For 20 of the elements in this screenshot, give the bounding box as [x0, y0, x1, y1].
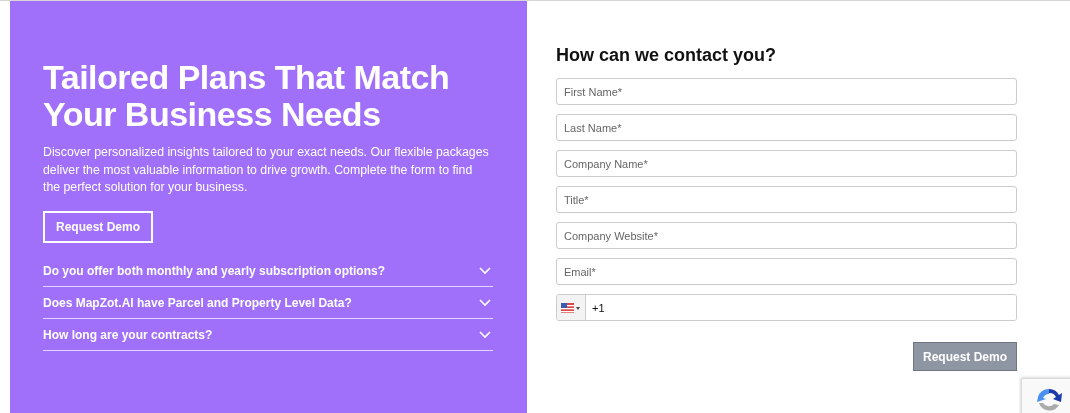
hero-description: Discover personalized insights tailored to your exact needs. Our flexible packages deliver the most valuable information to drive growth. Complete the form to find the perfect solution for your business.: [43, 144, 489, 196]
flag-icon: [561, 302, 581, 313]
faq-item[interactable]: Do you offer both monthly and yearly subscription options?: [43, 256, 493, 287]
request-demo-button[interactable]: Request Demo: [43, 210, 154, 243]
faq-item[interactable]: Does MapZot.AI have Parcel and Property Level Data?: [43, 288, 493, 319]
chevron-down-icon: [479, 299, 491, 307]
input-field[interactable]: Title*: [556, 186, 1017, 213]
faq-item[interactable]: How long are your contracts?: [43, 320, 493, 351]
input-field[interactable]: First Name*: [556, 78, 1017, 105]
country-dropdown[interactable]: [557, 295, 586, 320]
input-field[interactable]: Email*: [556, 258, 1017, 285]
form-heading: How can we contact you?: [556, 45, 778, 66]
phone-field[interactable]: +1: [556, 294, 1017, 321]
input-field[interactable]: Company Name*: [556, 150, 1017, 177]
input-field[interactable]: Company Website*: [556, 222, 1017, 249]
chevron-down-icon: [479, 331, 491, 339]
hero-title: Tailored Plans That Match Your Business Needs: [43, 59, 451, 133]
input-field[interactable]: Last Name*: [556, 114, 1017, 141]
chevron-down-icon: [479, 267, 491, 275]
request-demo-button[interactable]: Request Demo: [913, 342, 1017, 371]
